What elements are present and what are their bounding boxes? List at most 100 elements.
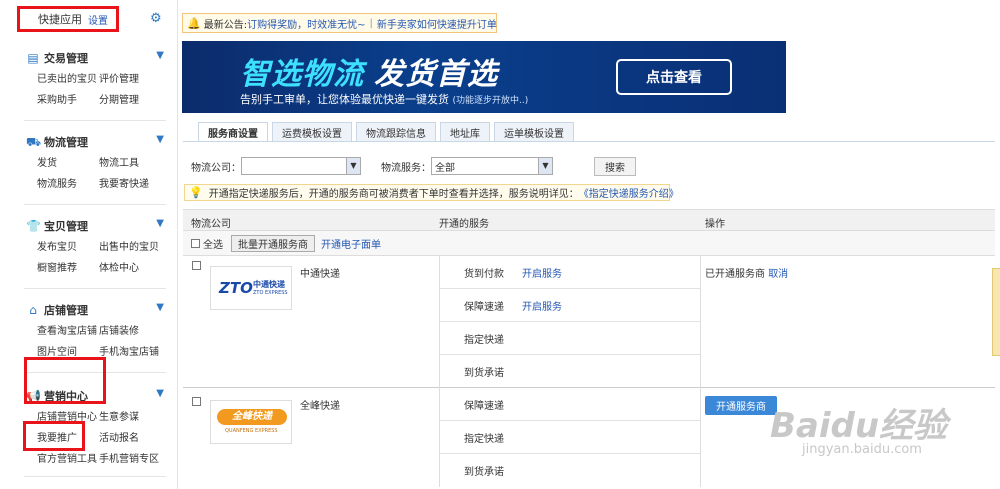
sidebar-section-header[interactable]: 👕 宝贝管理 ▼ (26, 217, 168, 235)
trade-icon: ▤ (27, 51, 39, 65)
tab-waybill-template[interactable]: 运单模板设置 (494, 122, 574, 142)
sidebar-link[interactable]: 活动报名 (99, 429, 161, 444)
tip-link[interactable]: 《指定快递服务介绍》 (579, 185, 679, 200)
sidebar-link[interactable]: 生意参谋 (99, 408, 161, 423)
tab-freight-template[interactable]: 运费模板设置 (272, 122, 352, 142)
info-tip: 💡 开通指定快递服务后，开通的服务商可被消费者下单时查看并选择，服务说明详见： … (184, 184, 679, 201)
gear-icon[interactable]: ⚙ (150, 12, 164, 26)
sidebar-link[interactable]: 已卖出的宝贝 (37, 70, 99, 85)
sidebar-link[interactable]: 橱窗推荐 (37, 259, 99, 274)
service-list: 保障速递 指定快递 到货承诺 (439, 388, 701, 487)
table-row: ZTO 中通快递 ZTO EXPRESS 中通快递 货到付款 开启服务 保障速递… (183, 256, 995, 388)
quick-apps-title: 快捷应用 (38, 13, 82, 26)
sidebar-link[interactable]: 查看淘宝店铺 (37, 322, 99, 337)
chevron-down-icon[interactable]: ▼ (156, 134, 164, 145)
sidebar-link[interactable]: 评价管理 (99, 70, 161, 85)
lightbulb-icon: 💡 (189, 186, 203, 199)
sidebar-link[interactable]: 发货 (37, 154, 99, 169)
select-all-label: 全选 (203, 239, 223, 251)
tab-provider-settings[interactable]: 服务商设置 (198, 122, 268, 142)
table-header: 物流公司 开通的服务 操作 (183, 209, 995, 231)
promo-banner[interactable]: 智选物流 发货首选 告别手工审单，让您体验最优快递一键发货 (功能逐步开放中..)… (182, 41, 786, 113)
enable-service-link[interactable]: 开启服务 (522, 265, 562, 280)
highlight-box-marketing (24, 357, 106, 404)
chevron-down-icon[interactable]: ▼ (156, 388, 164, 399)
banner-note: (功能逐步开放中..) (452, 96, 529, 106)
e-waybill-link[interactable]: 开通电子面单 (321, 236, 381, 251)
service-item: 保障速递 开启服务 (440, 289, 700, 322)
batch-open-button[interactable]: 批量开通服务商 (231, 234, 315, 252)
sidebar-divider (24, 476, 166, 477)
filter-bar: 物流公司： ▼ 物流服务： 全部 ▼ (191, 156, 553, 176)
feedback-side-tab[interactable] (992, 268, 1000, 356)
service-item: 保障速递 (440, 388, 700, 421)
sidebar-link[interactable]: 手机营销专区 (99, 450, 161, 465)
row-checkbox[interactable] (192, 261, 201, 270)
bell-icon: 🔔 (187, 16, 201, 30)
chevron-down-icon[interactable]: ▼ (156, 302, 164, 313)
sidebar-section-header[interactable]: ⌂ 店铺管理 ▼ (26, 301, 168, 319)
company-select[interactable]: ▼ (241, 157, 361, 175)
sidebar-link[interactable]: 我要寄快递 (99, 175, 161, 190)
sidebar-link[interactable]: 图片空间 (37, 343, 99, 358)
sidebar-link[interactable]: 物流工具 (99, 154, 161, 169)
sidebar-section-header[interactable]: ⛟ 物流管理 ▼ (26, 133, 168, 151)
sidebar-row: 物流服务 我要寄快递 (26, 172, 168, 193)
tip-text: 开通指定快递服务后，开通的服务商可被消费者下单时查看并选择，服务说明详见： (208, 189, 579, 200)
open-provider-button[interactable]: 开通服务商 (705, 396, 777, 415)
column-header: 开通的服务 (439, 219, 489, 230)
chevron-down-icon[interactable]: ▼ (156, 218, 164, 229)
sidebar-section-store: ⌂ 店铺管理 ▼ 查看淘宝店铺 店铺装修 图片空间 手机淘宝店铺 (26, 301, 168, 361)
quick-apps-settings-link[interactable]: 设置 (88, 12, 108, 27)
cancel-link[interactable]: 取消 (768, 269, 788, 280)
service-list: 货到付款 开启服务 保障速递 开启服务 指定快递 到货承诺 (439, 256, 701, 388)
banner-title: 智选物流 发货首选 (240, 57, 498, 92)
sidebar-link[interactable]: 出售中的宝贝 (99, 238, 161, 253)
shirt-icon: 👕 (26, 219, 41, 233)
watermark-url: jingyan.baidu.com (802, 442, 922, 457)
banner-view-button[interactable]: 点击查看 (616, 59, 732, 95)
sidebar-link[interactable]: 分期管理 (99, 91, 161, 106)
sidebar-section-items: 👕 宝贝管理 ▼ 发布宝贝 出售中的宝贝 橱窗推荐 体检中心 (26, 217, 168, 277)
sidebar-link[interactable]: 体检中心 (99, 259, 161, 274)
enable-service-link[interactable]: 开启服务 (522, 298, 562, 313)
service-item: 到货承诺 (464, 368, 504, 379)
company-filter-label: 物流公司： (191, 162, 241, 174)
sidebar-row: 已卖出的宝贝 评价管理 (26, 67, 168, 88)
tab-address-book[interactable]: 地址库 (440, 122, 490, 142)
search-button[interactable]: 搜索 (594, 157, 636, 176)
company-name: 中通快递 (300, 269, 340, 280)
sidebar-link[interactable]: 物流服务 (37, 175, 99, 190)
store-icon: ⌂ (29, 303, 37, 317)
service-select[interactable]: 全部 ▼ (431, 157, 553, 175)
sidebar-row: 发货 物流工具 (26, 151, 168, 172)
chevron-down-icon[interactable]: ▼ (538, 158, 552, 174)
sidebar-section-header[interactable]: ▤ 交易管理 ▼ (26, 49, 168, 67)
select-all-checkbox[interactable] (191, 238, 200, 248)
chevron-down-icon[interactable]: ▼ (156, 50, 164, 61)
sidebar-link[interactable]: 手机淘宝店铺 (99, 343, 161, 358)
chevron-down-icon[interactable]: ▼ (346, 158, 360, 174)
sidebar-section-logistics: ⛟ 物流管理 ▼ 发货 物流工具 物流服务 我要寄快递 (26, 133, 168, 193)
highlight-box-promote (23, 421, 85, 451)
company-name: 全峰快递 (300, 401, 340, 412)
tab-tracking-info[interactable]: 物流跟踪信息 (356, 122, 436, 142)
column-header: 操作 (705, 219, 725, 230)
sidebar-link[interactable]: 店铺装修 (99, 322, 161, 337)
announcement-link[interactable]: 新手卖家如何快速提升订单 (377, 16, 497, 31)
tab-divider (183, 141, 995, 142)
sidebar-divider (24, 120, 166, 121)
row-checkbox[interactable] (192, 397, 201, 406)
sidebar-link[interactable]: 官方营销工具 (37, 450, 99, 465)
sidebar-divider (24, 288, 166, 289)
truck-icon: ⛟ (26, 135, 42, 149)
batch-action-bar: 全选 批量开通服务商 开通电子面单 (183, 231, 995, 256)
service-item: 货到付款 开启服务 (440, 256, 700, 289)
sidebar-link[interactable]: 发布宝贝 (37, 238, 99, 253)
status-text: 已开通服务商 (705, 269, 765, 280)
announcement-link[interactable]: 订购得奖励，时效准无忧~ (247, 16, 365, 31)
sidebar-section-trade: ▤ 交易管理 ▼ 已卖出的宝贝 评价管理 采购助手 分期管理 (26, 49, 168, 109)
service-item: 到货承诺 (464, 467, 504, 478)
sidebar-link[interactable]: 采购助手 (37, 91, 99, 106)
announcement-separator: | (369, 17, 373, 29)
